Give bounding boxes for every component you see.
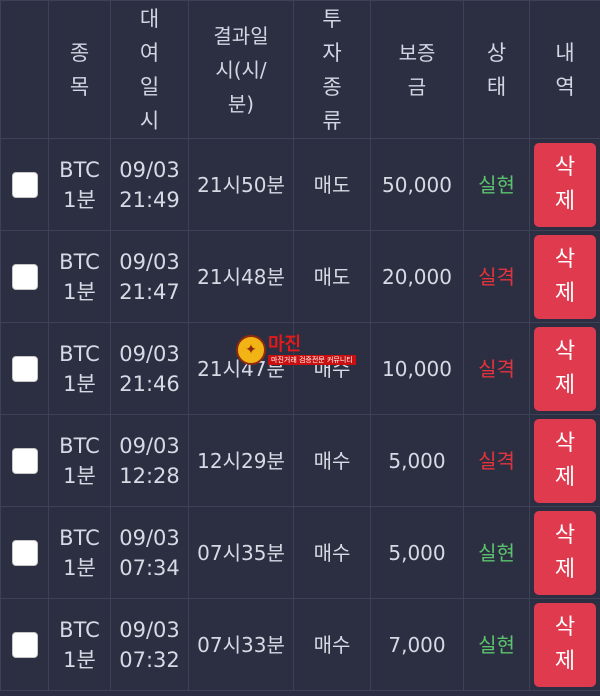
- deposit-cell: 5,000: [370, 506, 464, 599]
- deposit-cell: 20,000: [370, 230, 464, 323]
- status-cell: 실격: [463, 414, 530, 507]
- row-checkbox[interactable]: [11, 631, 38, 658]
- header-deposit: 보증 금: [370, 0, 464, 139]
- row-select-cell: [0, 506, 49, 599]
- trade-type-cell: 매수: [293, 506, 371, 599]
- row-checkbox[interactable]: [11, 171, 38, 198]
- delete-button[interactable]: 삭제: [534, 326, 596, 411]
- item-cell: BTC 1분: [48, 414, 111, 507]
- entry-time-cell: 09/03 07:34: [110, 506, 189, 599]
- table-row: BTC 1분 09/03 07:34 07시35분 매수 5,000 실현 삭제: [0, 506, 600, 599]
- delete-button[interactable]: 삭제: [534, 510, 596, 595]
- row-select-cell: [0, 230, 49, 323]
- header-result-time: 결과일 시(시/분): [188, 0, 294, 139]
- header-item: 종목: [48, 0, 111, 139]
- item-cell: BTC 1분: [48, 598, 111, 691]
- delete-cell: 삭제: [529, 138, 600, 231]
- entry-time-cell: 09/03 21:47: [110, 230, 189, 323]
- row-checkbox[interactable]: [11, 355, 38, 382]
- row-checkbox[interactable]: [11, 263, 38, 290]
- row-select-cell: [0, 322, 49, 415]
- delete-button[interactable]: 삭제: [534, 418, 596, 503]
- status-cell: 실현: [463, 138, 530, 231]
- trade-type-cell: 매수: [293, 322, 371, 415]
- delete-button[interactable]: 삭제: [534, 142, 596, 227]
- deposit-cell: 10,000: [370, 322, 464, 415]
- result-time-cell: 21시48분: [188, 230, 294, 323]
- table-row: BTC 1분 09/03 21:46 21시47분 매수 10,000 실격 삭제: [0, 322, 600, 415]
- entry-time-cell: 09/03 21:49: [110, 138, 189, 231]
- entry-time-cell: 09/03 07:32: [110, 598, 189, 691]
- item-cell: BTC 1분: [48, 322, 111, 415]
- row-select-cell: [0, 414, 49, 507]
- item-cell: BTC 1분: [48, 230, 111, 323]
- delete-button[interactable]: 삭제: [534, 602, 596, 687]
- deposit-cell: 7,000: [370, 598, 464, 691]
- header-history: 내역: [529, 0, 600, 139]
- table-row: BTC 1분 09/03 21:49 21시50분 매도 50,000 실현 삭제: [0, 138, 600, 231]
- header-status: 상태: [463, 0, 530, 139]
- delete-cell: 삭제: [529, 230, 600, 323]
- trade-type-cell: 매도: [293, 138, 371, 231]
- item-cell: BTC 1분: [48, 506, 111, 599]
- delete-cell: 삭제: [529, 506, 600, 599]
- row-select-cell: [0, 598, 49, 691]
- status-cell: 실격: [463, 230, 530, 323]
- result-time-cell: 21시47분: [188, 322, 294, 415]
- status-cell: 실현: [463, 598, 530, 691]
- trade-type-cell: 매수: [293, 414, 371, 507]
- status-cell: 실격: [463, 322, 530, 415]
- header-entry-time: 대여일시: [110, 0, 189, 139]
- status-cell: 실현: [463, 506, 530, 599]
- row-select-cell: [0, 138, 49, 231]
- row-checkbox[interactable]: [11, 539, 38, 566]
- header-trade-type: 투자종류: [293, 0, 371, 139]
- delete-cell: 삭제: [529, 598, 600, 691]
- delete-cell: 삭제: [529, 322, 600, 415]
- header-checkbox-col: [0, 0, 49, 139]
- row-checkbox[interactable]: [11, 447, 38, 474]
- result-time-cell: 07시33분: [188, 598, 294, 691]
- result-time-cell: 12시29분: [188, 414, 294, 507]
- table-row: BTC 1분 09/03 21:47 21시48분 매도 20,000 실격 삭제: [0, 230, 600, 323]
- trade-history-table: 종목 대여일시 결과일 시(시/분) 투자종류 보증 금 상태 내역 BTC 1…: [0, 0, 600, 691]
- delete-cell: 삭제: [529, 414, 600, 507]
- delete-button[interactable]: 삭제: [534, 234, 596, 319]
- item-cell: BTC 1분: [48, 138, 111, 231]
- trade-type-cell: 매도: [293, 230, 371, 323]
- entry-time-cell: 09/03 21:46: [110, 322, 189, 415]
- result-time-cell: 21시50분: [188, 138, 294, 231]
- table-row: BTC 1분 09/03 12:28 12시29분 매수 5,000 실격 삭제: [0, 414, 600, 507]
- deposit-cell: 50,000: [370, 138, 464, 231]
- deposit-cell: 5,000: [370, 414, 464, 507]
- table-header-row: 종목 대여일시 결과일 시(시/분) 투자종류 보증 금 상태 내역: [0, 0, 600, 139]
- table-row: BTC 1분 09/03 07:32 07시33분 매수 7,000 실현 삭제: [0, 598, 600, 691]
- result-time-cell: 07시35분: [188, 506, 294, 599]
- entry-time-cell: 09/03 12:28: [110, 414, 189, 507]
- trade-type-cell: 매수: [293, 598, 371, 691]
